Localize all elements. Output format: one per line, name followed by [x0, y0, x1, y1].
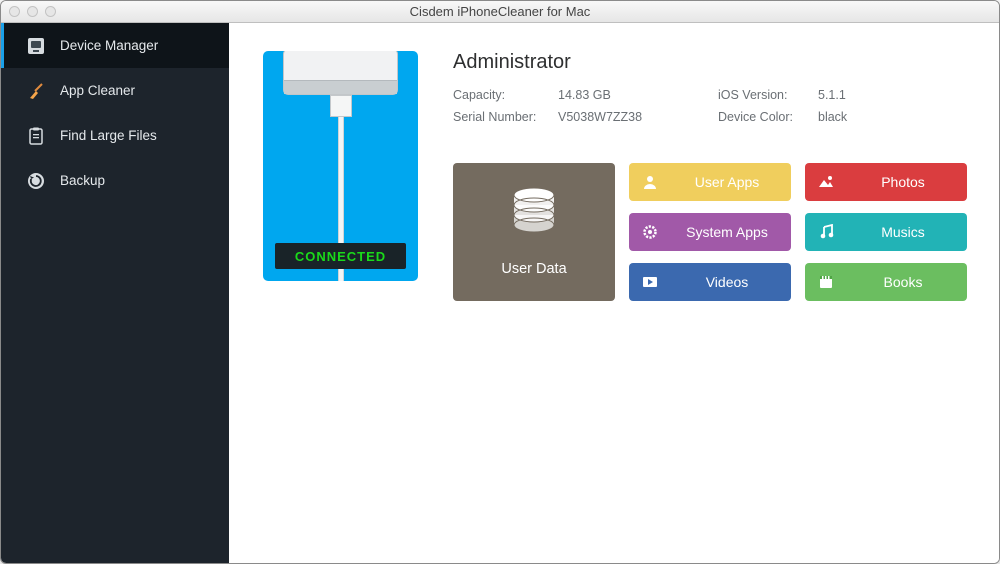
zoom-icon[interactable]	[45, 6, 56, 17]
tile-label: Photos	[855, 174, 967, 190]
video-icon	[641, 273, 659, 291]
broom-icon	[26, 81, 46, 101]
device-name: Administrator	[453, 51, 965, 74]
user-icon	[641, 173, 659, 191]
tile-videos[interactable]: Videos	[629, 263, 791, 301]
sidebar-item-app-cleaner[interactable]: App Cleaner	[1, 68, 229, 113]
device-illustration: CONNECTED	[263, 51, 418, 281]
device-connector-icon	[283, 51, 398, 95]
window-controls	[9, 6, 56, 17]
photos-icon	[817, 173, 835, 191]
book-icon	[817, 273, 835, 291]
device-color-value: black	[818, 110, 898, 124]
device-info-grid: Capacity: 14.83 GB iOS Version: 5.1.1 Se…	[453, 88, 965, 124]
sidebar-item-label: Find Large Files	[60, 128, 157, 143]
device-color-label: Device Color:	[718, 110, 818, 124]
small-tiles-grid: User Apps Photos System Apps Musics	[629, 163, 967, 301]
connection-status: CONNECTED	[275, 243, 406, 269]
sidebar-item-label: Device Manager	[60, 38, 158, 53]
tile-label: User Apps	[679, 174, 791, 190]
clipboard-icon	[26, 126, 46, 146]
tile-musics[interactable]: Musics	[805, 213, 967, 251]
tile-system-apps[interactable]: System Apps	[629, 213, 791, 251]
tile-user-apps[interactable]: User Apps	[629, 163, 791, 201]
serial-value: V5038W7ZZ38	[558, 110, 718, 124]
ios-version-value: 5.1.1	[818, 88, 898, 102]
serial-label: Serial Number:	[453, 110, 558, 124]
cable-head-icon	[330, 95, 352, 117]
category-tiles: User Data User Apps Photos System Apps	[453, 163, 967, 301]
sidebar-item-device-manager[interactable]: Device Manager	[1, 23, 229, 68]
database-icon	[510, 187, 558, 245]
sidebar: Device Manager App Cleaner Find Large Fi…	[1, 23, 229, 563]
tile-user-data[interactable]: User Data	[453, 163, 615, 301]
tile-label: Books	[855, 274, 967, 290]
sidebar-item-label: Backup	[60, 173, 105, 188]
app-body: Device Manager App Cleaner Find Large Fi…	[1, 23, 999, 563]
sidebar-item-find-large-files[interactable]: Find Large Files	[1, 113, 229, 158]
music-icon	[817, 223, 835, 241]
backup-icon	[26, 171, 46, 191]
app-window: Cisdem iPhoneCleaner for Mac Device Mana…	[0, 0, 1000, 564]
device-info: Administrator Capacity: 14.83 GB iOS Ver…	[453, 51, 965, 124]
minimize-icon[interactable]	[27, 6, 38, 17]
tile-label: User Data	[501, 261, 566, 277]
titlebar: Cisdem iPhoneCleaner for Mac	[1, 1, 999, 23]
tile-label: Musics	[855, 224, 967, 240]
device-icon	[26, 36, 46, 56]
sidebar-item-label: App Cleaner	[60, 83, 135, 98]
capacity-value: 14.83 GB	[558, 88, 718, 102]
main-content: CONNECTED Administrator Capacity: 14.83 …	[229, 23, 999, 563]
close-icon[interactable]	[9, 6, 20, 17]
ios-version-label: iOS Version:	[718, 88, 818, 102]
tile-photos[interactable]: Photos	[805, 163, 967, 201]
tile-label: Videos	[679, 274, 791, 290]
tile-books[interactable]: Books	[805, 263, 967, 301]
capacity-label: Capacity:	[453, 88, 558, 102]
tile-label: System Apps	[679, 224, 791, 240]
window-title: Cisdem iPhoneCleaner for Mac	[1, 4, 999, 19]
sidebar-item-backup[interactable]: Backup	[1, 158, 229, 203]
gear-icon	[641, 223, 659, 241]
